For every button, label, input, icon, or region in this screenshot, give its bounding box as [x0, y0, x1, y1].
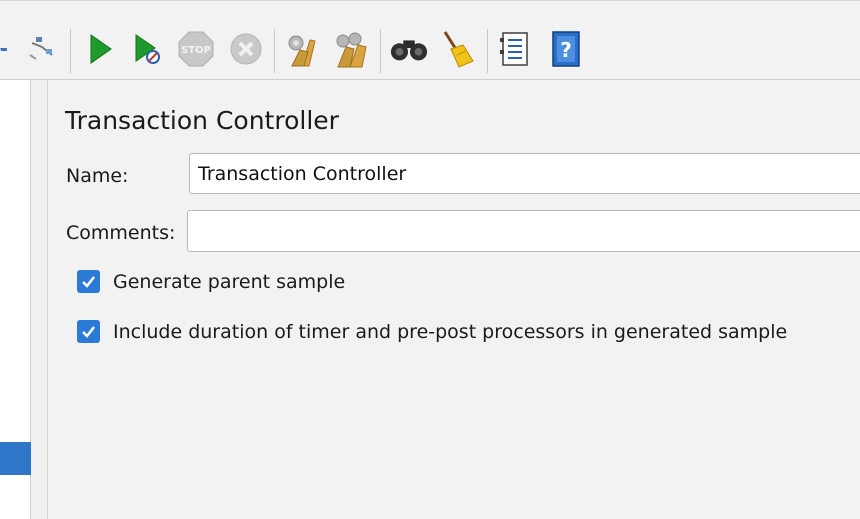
include-duration-option[interactable]: Include duration of timer and pre-post p…: [77, 320, 787, 343]
toolbar-separator: [487, 29, 488, 73]
comments-field[interactable]: [187, 210, 860, 252]
clear-icon[interactable]: [281, 29, 321, 69]
stop-icon[interactable]: STOP: [176, 29, 216, 69]
toolbar-separator: [70, 29, 71, 73]
include-duration-checkbox[interactable]: [77, 320, 100, 343]
help-icon-text: ?: [560, 38, 572, 62]
panel-title: Transaction Controller: [65, 106, 339, 135]
comments-label: Comments:: [66, 222, 176, 244]
generate-parent-sample-label: Generate parent sample: [113, 270, 346, 293]
generate-parent-sample-checkbox[interactable]: [77, 270, 100, 293]
toolbar-separator: [274, 29, 275, 73]
split-pane-divider[interactable]: [32, 80, 48, 519]
reset-search-icon[interactable]: [437, 29, 477, 69]
checkmark-icon: [82, 326, 95, 338]
main-toolbar: STOP ?: [0, 0, 860, 80]
generate-parent-sample-option[interactable]: Generate parent sample: [77, 270, 345, 293]
start-no-pauses-icon[interactable]: [127, 29, 167, 69]
name-field[interactable]: Transaction Controller: [189, 153, 860, 194]
start-icon[interactable]: [80, 29, 120, 69]
stop-icon-text: STOP: [181, 45, 211, 56]
checkmark-icon: [82, 276, 95, 288]
include-duration-label: Include duration of timer and pre-post p…: [113, 320, 788, 343]
clear-all-icon[interactable]: [330, 29, 370, 69]
toggle-icon[interactable]: [22, 29, 62, 69]
name-label: Name:: [66, 165, 129, 187]
search-icon[interactable]: [389, 29, 429, 69]
help-icon[interactable]: ?: [546, 29, 586, 69]
test-plan-tree[interactable]: [0, 80, 31, 519]
controller-panel: Transaction Controller Name: Transaction…: [49, 80, 860, 519]
tree-selected-node[interactable]: [0, 442, 31, 475]
expand-tree-icon[interactable]: [0, 29, 22, 69]
function-helper-icon[interactable]: [495, 29, 535, 69]
toolbar-separator: [380, 29, 381, 73]
shutdown-icon[interactable]: [226, 29, 266, 69]
